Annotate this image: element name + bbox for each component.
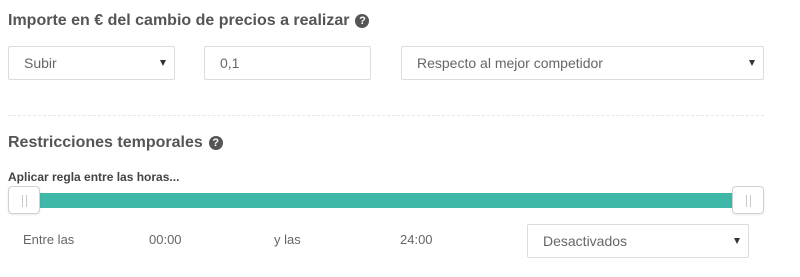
from-label: Entre las — [23, 232, 75, 247]
amount-input[interactable]: 0,1 — [204, 46, 371, 80]
status-select[interactable]: Desactivados — [527, 224, 749, 258]
slider-end-handle[interactable] — [732, 186, 764, 214]
chevron-down-icon — [749, 60, 755, 66]
slider-start-handle[interactable] — [8, 186, 40, 214]
price-change-heading: Importe en € del cambio de precios a rea… — [8, 12, 370, 30]
time-restrictions-title: Restricciones temporales — [8, 134, 203, 151]
direction-select-value: Subir — [24, 55, 57, 71]
chevron-down-icon — [734, 238, 740, 244]
reference-select[interactable]: Respecto al mejor competidor — [401, 46, 764, 80]
to-time-value: 24:00 — [400, 232, 433, 247]
grip-icon — [746, 195, 751, 207]
price-change-title: Importe en € del cambio de precios a rea… — [8, 12, 350, 29]
amount-input-value: 0,1 — [220, 55, 240, 71]
chevron-down-icon — [160, 60, 166, 66]
grip-icon — [22, 195, 27, 207]
help-icon[interactable]: ? — [208, 136, 223, 150]
time-restrictions-heading: Restricciones temporales ? — [8, 134, 223, 152]
direction-select[interactable]: Subir — [8, 46, 175, 80]
status-select-value: Desactivados — [543, 233, 628, 249]
section-divider — [8, 115, 764, 116]
to-label: y las — [274, 232, 301, 247]
slider-label: Aplicar regla entre las horas... — [8, 170, 180, 184]
reference-select-value: Respecto al mejor competidor — [417, 55, 603, 71]
from-time-value: 00:00 — [149, 232, 182, 247]
pricing-rule-panel: Importe en € del cambio de precios a rea… — [0, 0, 800, 277]
hour-range-slider-track[interactable] — [24, 193, 748, 208]
help-icon[interactable]: ? — [355, 14, 370, 28]
